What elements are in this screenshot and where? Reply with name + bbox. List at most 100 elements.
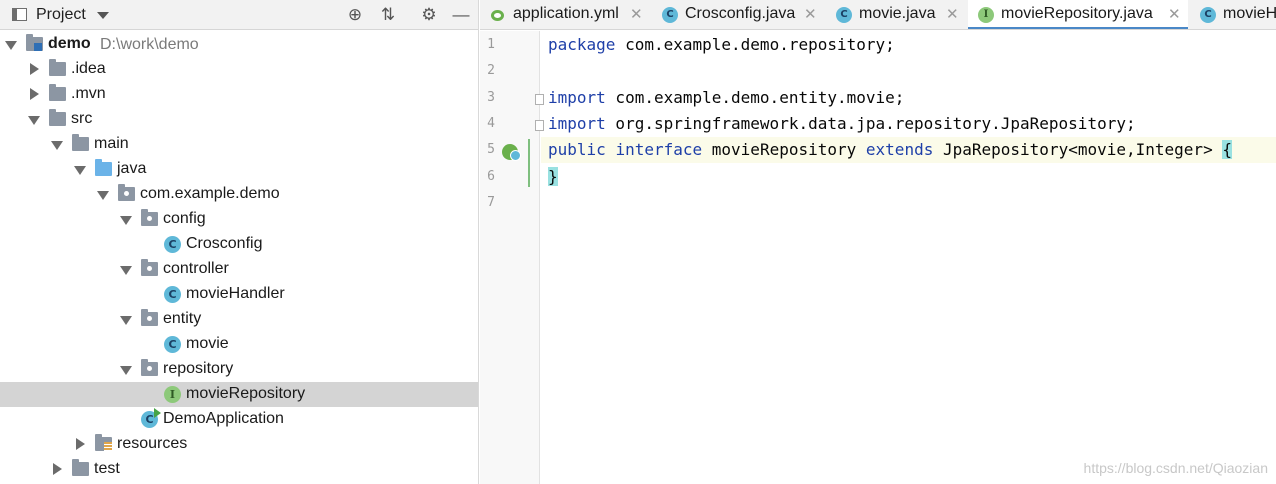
fold-marker-icon[interactable] [535, 93, 544, 105]
tree-item-movierepository[interactable]: ImovieRepository [0, 382, 478, 407]
expand-arrow-down-icon[interactable] [120, 316, 132, 325]
tab-movierepository-java[interactable]: ImovieRepository.java ✕ [968, 0, 1188, 29]
close-icon[interactable]: ✕ [630, 5, 643, 23]
tree-item-label: entity [163, 310, 202, 327]
tab-movieh[interactable]: CmovieH [1190, 0, 1276, 29]
tree-item--mvn[interactable]: .mvn [0, 82, 478, 107]
matched-brace: { [1222, 140, 1232, 160]
line-number: 2 [487, 63, 495, 79]
hide-panel-icon[interactable]: — [450, 4, 472, 26]
tree-item-src[interactable]: src [0, 107, 478, 132]
code-line: public interface movieRepository extends… [548, 140, 1232, 160]
project-panel-title[interactable]: Project [36, 6, 86, 24]
locate-target-icon[interactable]: ⊕ [344, 4, 366, 26]
implemented-by-icon[interactable] [502, 144, 521, 162]
tab-application-yml[interactable]: application.yml ✕ [480, 0, 650, 29]
package-icon [141, 359, 158, 376]
tree-item-label: com.example.demo [140, 185, 280, 202]
expand-arrow-down-icon[interactable] [5, 41, 17, 50]
expand-arrow-down-icon[interactable] [97, 191, 109, 200]
tree-item-demo[interactable]: demo D:\work\demo [0, 32, 478, 57]
tree-item-entity[interactable]: entity [0, 307, 478, 332]
tree-item-java[interactable]: java [0, 157, 478, 182]
line-number: 6 [487, 168, 495, 184]
editor-tab-bar: application.yml ✕ C Crosconfig.java ✕ Cmovie.… [480, 0, 1276, 30]
resources-folder-icon [95, 434, 112, 451]
matched-brace: } [548, 166, 558, 186]
tree-item-label: repository [163, 360, 234, 377]
interface-icon: I [978, 7, 994, 23]
tree-item-test[interactable]: test [0, 457, 478, 482]
tree-item-label: Crosconfig [186, 235, 263, 252]
close-icon[interactable]: ✕ [1168, 5, 1181, 23]
tree-item-label: .idea [71, 60, 106, 77]
tree-item-label: java [117, 160, 147, 177]
tab-label: Crosconfig.java [685, 5, 796, 22]
tree-item-label: test [94, 460, 120, 477]
expand-arrow-right-icon[interactable] [53, 463, 62, 475]
collapse-all-icon[interactable]: ⇅ [377, 4, 399, 26]
fold-marker-icon[interactable] [535, 119, 544, 131]
tree-item-label: config [163, 210, 206, 227]
code-line: } [548, 166, 558, 186]
project-view-icon [12, 8, 27, 21]
project-panel-header: Project ⊕ ⇅ ⚙ — [0, 0, 478, 30]
tree-item-crosconfig[interactable]: C Crosconfig [0, 232, 478, 257]
expand-arrow-down-icon[interactable] [74, 166, 86, 175]
tree-item-label: .mvn [71, 85, 106, 102]
tab-movie-java[interactable]: Cmovie.java ✕ [826, 0, 966, 29]
code-line: package com.example.demo.repository; [548, 35, 895, 54]
tree-item-label: DemoApplication [163, 410, 284, 427]
line-number: 1 [487, 37, 495, 52]
project-folder-icon [26, 34, 43, 51]
watermark: https://blog.csdn.net/Qiaozian [1083, 460, 1268, 476]
project-panel: Project ⊕ ⇅ ⚙ — demo D:\work\demo .idea .mv… [0, 0, 479, 484]
code-keyword: import [548, 113, 606, 133]
tree-item-label: controller [163, 260, 229, 277]
expand-arrow-down-icon[interactable] [120, 216, 132, 225]
code-token: JpaRepository<movie,Integer> [933, 140, 1223, 160]
tab-crosconfig-java[interactable]: C Crosconfig.java ✕ [652, 0, 824, 29]
tree-item-label: main [94, 135, 129, 152]
gear-icon[interactable]: ⚙ [418, 4, 440, 26]
close-icon[interactable]: ✕ [804, 5, 817, 23]
tree-item-com-example-demo[interactable]: com.example.demo [0, 182, 478, 207]
close-icon[interactable]: ✕ [946, 5, 959, 23]
expand-arrow-down-icon[interactable] [51, 141, 63, 150]
editor-gutter[interactable]: 1 2 3 4 5 6 7 [480, 31, 544, 484]
interface-icon: I [164, 386, 181, 403]
class-icon: C [836, 7, 852, 23]
tree-item-label: movieHandler [186, 285, 285, 302]
tree-item-label: demo [48, 35, 91, 52]
tab-label: movieRepository.java [1001, 5, 1153, 22]
expand-arrow-right-icon[interactable] [30, 63, 39, 75]
chevron-down-icon[interactable] [97, 12, 109, 19]
tree-item-controller[interactable]: controller [0, 257, 478, 282]
folder-icon [72, 459, 89, 476]
line-number: 3 [487, 89, 495, 105]
tree-item-demoapplication[interactable]: C DemoApplication [0, 407, 478, 432]
tree-item-moviehandler[interactable]: CmovieHandler [0, 282, 478, 307]
expand-arrow-right-icon[interactable] [30, 88, 39, 100]
tree-item-config[interactable]: config [0, 207, 478, 232]
package-icon [141, 209, 158, 226]
tree-item-main[interactable]: main [0, 132, 478, 157]
tree-item-label: movieRepository [186, 385, 306, 402]
tree-item-repository[interactable]: repository [0, 357, 478, 382]
code-keyword: extends [865, 140, 934, 160]
code-editor[interactable]: 1 2 3 4 5 6 7 package com.example.demo.reposit… [480, 31, 1276, 484]
class-icon: C [662, 7, 678, 23]
class-icon: C [164, 236, 181, 253]
expand-arrow-right-icon[interactable] [76, 438, 85, 450]
code-keyword: package [548, 35, 616, 54]
folder-icon [49, 84, 66, 101]
expand-arrow-down-icon[interactable] [120, 366, 132, 375]
tree-item-resources[interactable]: resources [0, 432, 478, 457]
expand-arrow-down-icon[interactable] [28, 116, 40, 125]
line-number: 5 [487, 142, 495, 158]
tree-item--idea[interactable]: .idea [0, 57, 478, 82]
line-number: 7 [487, 194, 495, 210]
expand-arrow-down-icon[interactable] [120, 266, 132, 275]
tree-item-movie[interactable]: Cmovie [0, 332, 478, 357]
